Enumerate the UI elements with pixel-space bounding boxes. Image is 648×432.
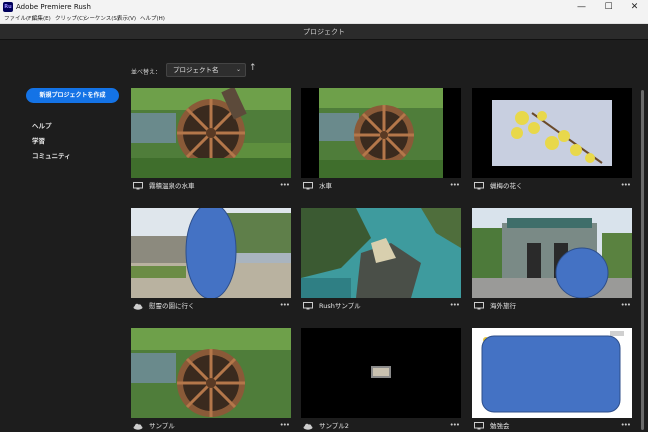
project-card[interactable]: 水車 ••• bbox=[301, 88, 461, 196]
project-thumbnail[interactable] bbox=[131, 88, 291, 178]
project-card[interactable]: 蝋梅の花く ••• bbox=[472, 88, 632, 196]
more-options-button[interactable]: ••• bbox=[280, 421, 290, 430]
menu-view[interactable]: 表示(V) bbox=[117, 14, 136, 24]
project-thumbnail[interactable] bbox=[131, 328, 291, 418]
project-card[interactable]: 霧積温泉の水車 ••• bbox=[131, 88, 291, 196]
window-title: Adobe Premiere Rush bbox=[16, 3, 91, 11]
more-options-button[interactable]: ••• bbox=[450, 421, 460, 430]
menu-edit[interactable]: 編集(E) bbox=[32, 14, 51, 24]
menu-sequence[interactable]: シーケンス(S) bbox=[84, 14, 119, 24]
project-card[interactable]: 慰霊の園に行く ••• bbox=[131, 208, 291, 316]
project-name: 海外旅行 bbox=[490, 302, 516, 310]
sidebar-link-help[interactable]: ヘルプ bbox=[32, 120, 52, 130]
more-options-button[interactable]: ••• bbox=[280, 301, 290, 310]
monitor-icon bbox=[474, 182, 484, 190]
sort-select[interactable]: プロジェクト名 ⌄ bbox=[166, 63, 246, 77]
more-options-button[interactable]: ••• bbox=[621, 301, 631, 310]
sort-label: 並べ替え： bbox=[131, 69, 162, 76]
more-options-button[interactable]: ••• bbox=[621, 181, 631, 190]
project-thumbnail[interactable] bbox=[301, 88, 461, 178]
project-card[interactable]: 勉強会 ••• bbox=[472, 328, 632, 432]
monitor-icon bbox=[133, 182, 143, 190]
project-thumbnail[interactable] bbox=[131, 208, 291, 298]
sidebar-link-community[interactable]: コミュニティ bbox=[32, 150, 71, 160]
premiere-rush-logo-icon: Ru bbox=[3, 2, 13, 12]
page-title: プロジェクト bbox=[303, 28, 345, 36]
close-button[interactable]: ✕ bbox=[621, 0, 648, 14]
more-options-button[interactable]: ••• bbox=[450, 301, 460, 310]
monitor-icon bbox=[303, 182, 313, 190]
more-options-button[interactable]: ••• bbox=[621, 421, 631, 430]
project-card[interactable]: Rushサンプル ••• bbox=[301, 208, 461, 316]
project-name: 蝋梅の花く bbox=[490, 182, 523, 190]
more-options-button[interactable]: ••• bbox=[280, 181, 290, 190]
maximize-button[interactable]: ☐ bbox=[595, 0, 622, 14]
project-thumbnail[interactable] bbox=[301, 208, 461, 298]
vertical-scrollbar[interactable] bbox=[641, 90, 644, 430]
project-name: 慰霊の園に行く bbox=[149, 302, 195, 310]
minimize-button[interactable]: — bbox=[568, 0, 595, 14]
more-options-button[interactable]: ••• bbox=[450, 181, 460, 190]
project-thumbnail[interactable] bbox=[472, 88, 632, 178]
sort-select-value: プロジェクト名 bbox=[173, 66, 219, 74]
project-name: サンプル bbox=[149, 422, 175, 430]
chevron-down-icon: ⌄ bbox=[235, 66, 241, 73]
cloud-icon bbox=[133, 303, 143, 310]
project-card[interactable]: サンプル2 ••• bbox=[301, 328, 461, 432]
project-name: 水車 bbox=[319, 182, 332, 190]
menu-file[interactable]: ファイル(F) bbox=[4, 14, 33, 24]
new-project-button[interactable]: 新規プロジェクトを作成 bbox=[26, 88, 119, 103]
project-name: サンプル2 bbox=[319, 422, 349, 430]
monitor-icon bbox=[474, 422, 484, 430]
window-titlebar: Ru Adobe Premiere Rush — ☐ ✕ bbox=[0, 0, 648, 14]
project-card[interactable]: 海外旅行 ••• bbox=[472, 208, 632, 316]
project-thumbnail[interactable] bbox=[472, 208, 632, 298]
cloud-icon bbox=[133, 423, 143, 430]
projects-header: プロジェクト bbox=[0, 24, 648, 40]
cloud-icon bbox=[303, 423, 313, 430]
project-card[interactable]: サンプル ••• bbox=[131, 328, 291, 432]
sort-direction-arrow-up-icon[interactable]: ↑ bbox=[249, 63, 257, 73]
monitor-icon bbox=[474, 302, 484, 310]
project-thumbnail[interactable] bbox=[301, 328, 461, 418]
project-name: 勉強会 bbox=[490, 422, 510, 430]
monitor-icon bbox=[303, 302, 313, 310]
project-name: 霧積温泉の水車 bbox=[149, 182, 195, 190]
menu-clip[interactable]: クリップ(C) bbox=[55, 14, 85, 24]
project-name: Rushサンプル bbox=[319, 302, 361, 310]
menu-bar: ファイル(F) 編集(E) クリップ(C) シーケンス(S) 表示(V) ヘルプ… bbox=[0, 14, 648, 24]
menu-help[interactable]: ヘルプ(H) bbox=[140, 14, 165, 24]
project-thumbnail[interactable] bbox=[472, 328, 632, 418]
sidebar-link-learn[interactable]: 学習 bbox=[32, 135, 45, 145]
